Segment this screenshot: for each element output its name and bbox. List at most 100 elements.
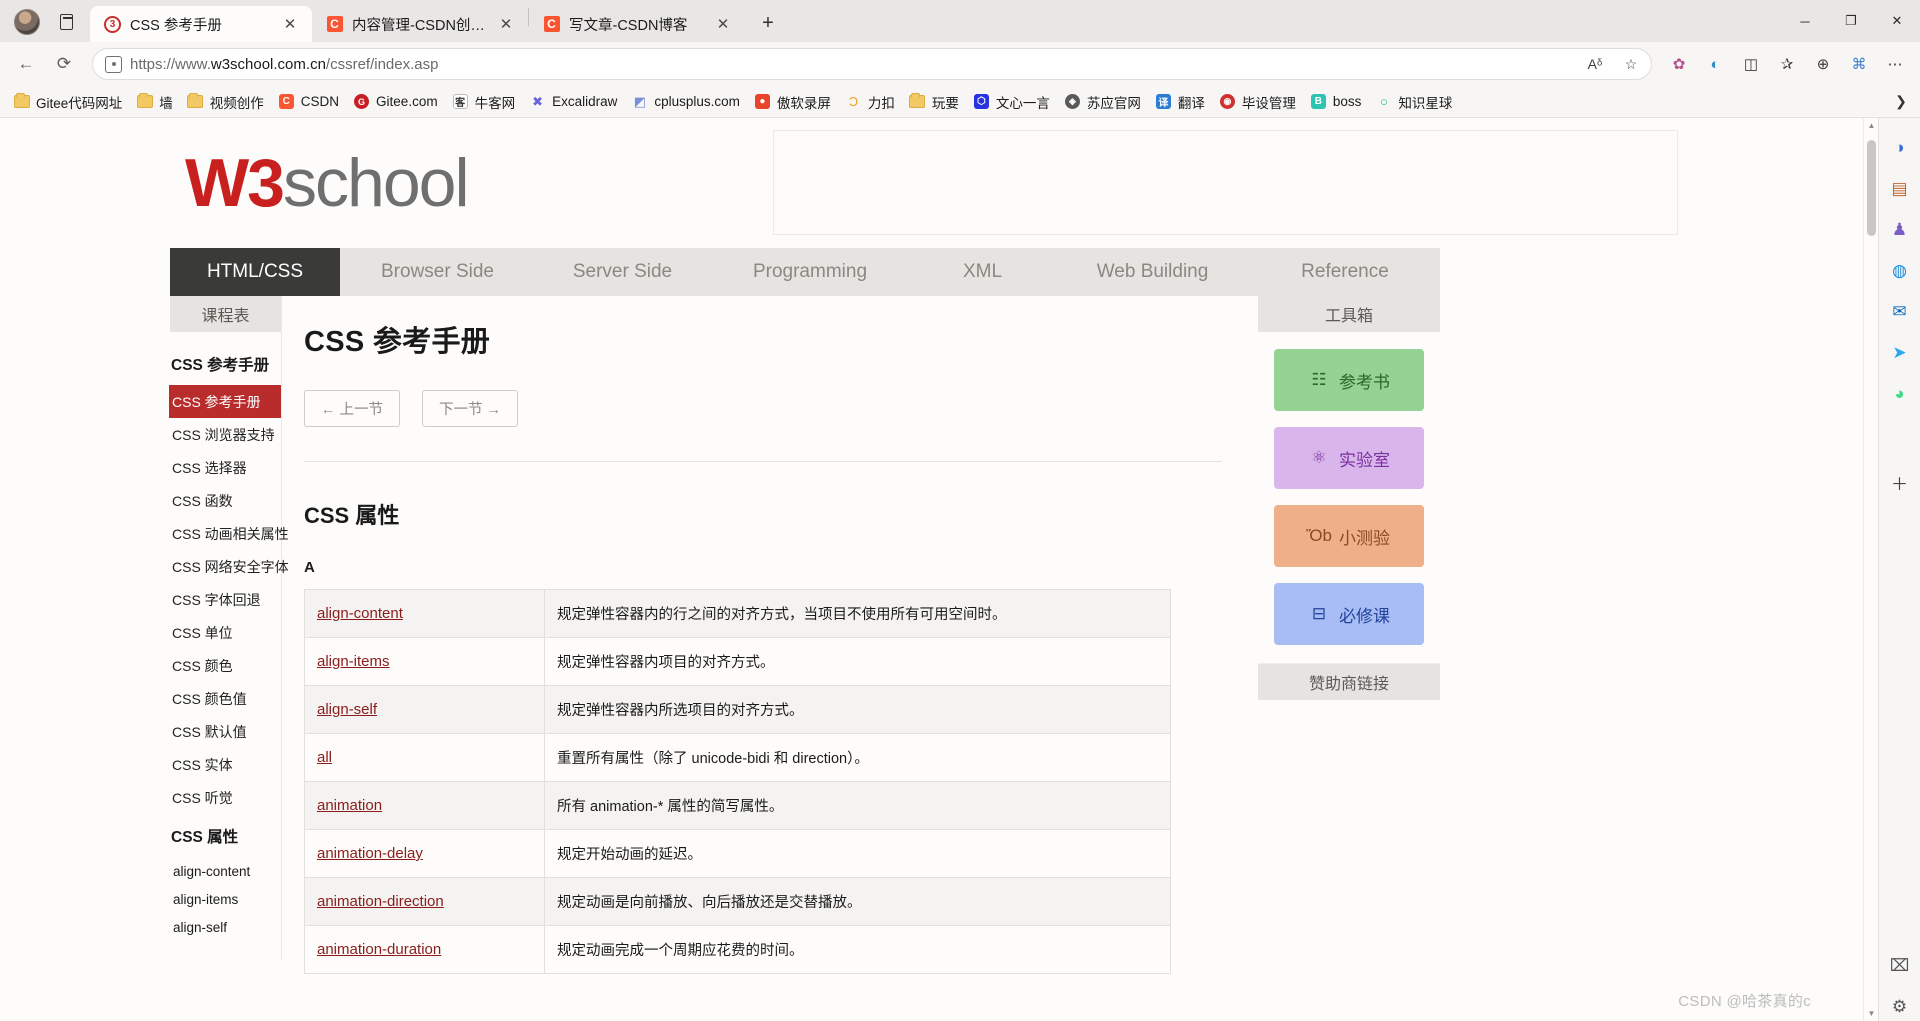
site-nav-item-reference[interactable]: Reference bbox=[1250, 248, 1440, 296]
bookmark-item[interactable]: 客牛客网 bbox=[445, 89, 523, 115]
site-nav-item-programming[interactable]: Programming bbox=[710, 248, 910, 296]
sidebar-item[interactable]: CSS 单位 bbox=[170, 616, 281, 649]
site-nav-item-web-building[interactable]: Web Building bbox=[1055, 248, 1250, 296]
toolbox-button-book[interactable]: ☷ 参考书 bbox=[1274, 349, 1424, 411]
bookmark-item[interactable]: ✖ Excalidraw bbox=[522, 91, 624, 112]
bookmark-item[interactable]: ◈ 苏应官网 bbox=[1057, 89, 1148, 115]
close-icon[interactable]: ✕ bbox=[711, 12, 735, 36]
table-row: animation 所有 animation-* 属性的简写属性。 bbox=[304, 781, 1171, 830]
extensions-icon[interactable]: ⌘ bbox=[1842, 47, 1876, 81]
add-rail-icon[interactable]: ＋ bbox=[1886, 468, 1914, 496]
sidebar-item[interactable]: CSS 默认值 bbox=[170, 715, 281, 748]
bookmark-item[interactable]: 视频创作 bbox=[180, 89, 271, 115]
copilot-icon[interactable]: ◐ bbox=[1698, 47, 1732, 81]
sidebar-item[interactable]: align-self bbox=[170, 913, 281, 941]
bookmarks-bar: Gitee代码网址 墙 视频创作 C CSDN G Gitee.com 客牛客网 ✖ Excali… bbox=[0, 86, 1920, 118]
next-section-button[interactable]: 下一节 → bbox=[422, 390, 519, 427]
profile-avatar-button[interactable] bbox=[10, 5, 44, 39]
property-link[interactable]: align-self bbox=[317, 701, 377, 718]
bookmark-item[interactable]: 墙 bbox=[129, 89, 180, 115]
favorites-icon[interactable]: ✰ bbox=[1770, 47, 1804, 81]
close-icon[interactable]: ✕ bbox=[494, 12, 518, 36]
property-link[interactable]: animation-duration bbox=[317, 941, 441, 958]
bookmark-item[interactable]: ● 傲软录屏 bbox=[747, 89, 838, 115]
bookmark-item[interactable]: 译翻译 bbox=[1148, 89, 1212, 115]
vertical-scrollbar[interactable]: ▲ ▼ bbox=[1863, 118, 1878, 1021]
bookmark-item[interactable]: ◩ cplusplus.com bbox=[624, 91, 747, 112]
settings-more-icon[interactable]: ⋯ bbox=[1878, 47, 1912, 81]
sidebar-item[interactable]: CSS 听觉 bbox=[170, 781, 281, 814]
bookmark-item[interactable]: Ɔ 力扣 bbox=[838, 89, 902, 115]
property-link[interactable]: all bbox=[317, 749, 332, 766]
bookmark-item[interactable]: ⬡ 文心一言 bbox=[966, 89, 1057, 115]
bookmark-item[interactable]: ○ 知识星球 bbox=[1368, 89, 1459, 115]
back-icon[interactable]: ← bbox=[8, 46, 44, 82]
bookmark-item[interactable]: Gitee代码网址 bbox=[6, 89, 129, 115]
sidebar-item[interactable]: CSS 动画相关属性 bbox=[170, 517, 289, 550]
address-bar[interactable]: https://www.w3school.com.cn/cssref/index… bbox=[92, 48, 1652, 80]
site-nav-item-xml[interactable]: XML bbox=[910, 248, 1055, 296]
sidebar-item[interactable]: CSS 颜色 bbox=[170, 649, 281, 682]
property-link[interactable]: align-content bbox=[317, 605, 403, 622]
read-aloud-icon[interactable]: Aᵟ bbox=[1581, 50, 1609, 78]
tab-csdn-content-manage[interactable]: C 内容管理-CSDN创作中心 ✕ bbox=[312, 6, 528, 42]
copilot-rail-icon[interactable]: ◑ bbox=[1886, 134, 1914, 162]
sidebar-item[interactable]: CSS 参考手册 bbox=[169, 385, 281, 418]
sidebar-list: CSS 参考手册 CSS 参考手册 CSS 浏览器支持 CSS 选择器 CSS 函数 CS… bbox=[169, 332, 289, 961]
site-info-icon[interactable] bbox=[105, 55, 122, 73]
prev-section-button[interactable]: ← 上一节 bbox=[304, 390, 401, 427]
sidebar-item[interactable]: CSS 字体回退 bbox=[170, 583, 281, 616]
sidebar-item[interactable]: CSS 实体 bbox=[170, 748, 281, 781]
site-nav-item-server-side[interactable]: Server Side bbox=[535, 248, 710, 296]
toolbox-button-atom[interactable]: ⚛ 实验室 bbox=[1274, 427, 1424, 489]
property-link[interactable]: animation-direction bbox=[317, 893, 444, 910]
telegram-rail-icon[interactable]: ➤ bbox=[1886, 339, 1914, 367]
site-nav-item-browser-side[interactable]: Browser Side bbox=[340, 248, 535, 296]
window-controls: ─ ❐ ✕ bbox=[1782, 0, 1920, 42]
settings-rail-icon[interactable]: ⚙ bbox=[1886, 993, 1914, 1021]
bookmark-item[interactable]: C CSDN bbox=[271, 91, 346, 112]
sidebar-item[interactable]: align-content bbox=[170, 857, 281, 885]
toolbox-button-clipboard[interactable]: Ὄb 小测验 bbox=[1274, 505, 1424, 567]
site-logo[interactable]: W3school bbox=[185, 149, 470, 217]
maximize-button[interactable]: ❐ bbox=[1828, 0, 1874, 42]
scroll-down-arrow[interactable]: ▼ bbox=[1864, 1006, 1879, 1021]
search-rail-icon[interactable]: ◍ bbox=[1886, 257, 1914, 285]
scrollbar-thumb[interactable] bbox=[1867, 140, 1876, 236]
property-link[interactable]: animation-delay bbox=[317, 845, 423, 862]
bookmarks-overflow-icon[interactable]: ❯ bbox=[1888, 89, 1914, 114]
close-window-button[interactable]: ✕ bbox=[1874, 0, 1920, 42]
property-link[interactable]: align-items bbox=[317, 653, 390, 670]
collections-icon[interactable]: ⊕ bbox=[1806, 47, 1840, 81]
vertical-tabs-icon[interactable] bbox=[50, 6, 82, 38]
toolbox-button-course[interactable]: ⊟ 必修课 bbox=[1274, 583, 1424, 645]
bookmark-item[interactable]: G Gitee.com bbox=[346, 91, 445, 112]
sidebar-item[interactable]: CSS 浏览器支持 bbox=[170, 418, 281, 451]
property-link[interactable]: animation bbox=[317, 797, 382, 814]
games-rail-icon[interactable]: ♟ bbox=[1886, 216, 1914, 244]
site-nav-item-html-css[interactable]: HTML/CSS bbox=[170, 248, 340, 296]
sidebar-item[interactable]: CSS 选择器 bbox=[170, 451, 281, 484]
tools-rail-icon[interactable]: ⌧ bbox=[1886, 952, 1914, 980]
android-rail-icon[interactable]: ◕ bbox=[1886, 380, 1914, 408]
sidebar-item[interactable]: align-items bbox=[170, 885, 281, 913]
tab-css-reference[interactable]: 3 CSS 参考手册 ✕ bbox=[90, 6, 312, 42]
folder-icon bbox=[136, 93, 153, 109]
sidebar-item[interactable]: CSS 网络安全字体 bbox=[170, 550, 289, 583]
outlook-rail-icon[interactable]: ✉ bbox=[1886, 298, 1914, 326]
favorite-icon[interactable]: ☆ bbox=[1617, 50, 1645, 78]
new-tab-button[interactable]: + bbox=[753, 8, 783, 38]
split-screen-icon[interactable]: ◫ bbox=[1734, 47, 1768, 81]
scroll-up-arrow[interactable]: ▲ bbox=[1864, 118, 1879, 133]
bookmark-item[interactable]: Bboss bbox=[1303, 91, 1369, 112]
bookmark-item[interactable]: 玩要 bbox=[902, 89, 966, 115]
bookmark-item[interactable]: ◉ 毕设管理 bbox=[1212, 89, 1303, 115]
reload-icon[interactable]: ⟳ bbox=[46, 46, 82, 82]
close-icon[interactable]: ✕ bbox=[278, 12, 302, 36]
sidebar-item[interactable]: CSS 颜色值 bbox=[170, 682, 281, 715]
sidebar-item[interactable]: CSS 函数 bbox=[170, 484, 281, 517]
shopping-rail-icon[interactable]: ▤ bbox=[1886, 175, 1914, 203]
browser-essentials-icon[interactable]: ✿ bbox=[1662, 47, 1696, 81]
tab-csdn-write-article[interactable]: C 写文章-CSDN博客 ✕ bbox=[529, 6, 745, 42]
minimize-button[interactable]: ─ bbox=[1782, 0, 1828, 42]
